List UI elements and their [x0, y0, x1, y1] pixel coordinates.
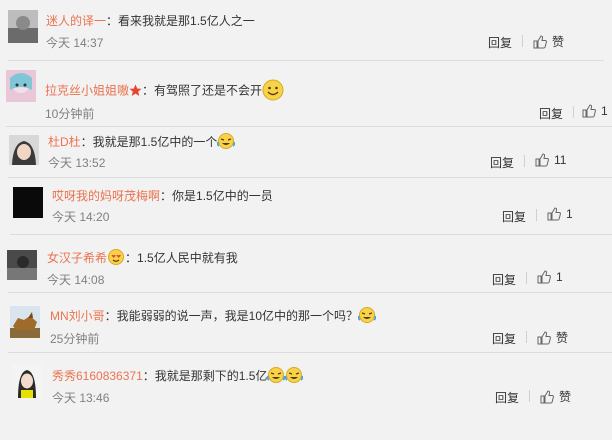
timestamp: 10分钟前 [45, 107, 95, 121]
divider [10, 234, 612, 235]
username[interactable]: 女汉子希希 [47, 251, 107, 265]
avatar[interactable] [9, 135, 39, 165]
like-count: 赞 [552, 35, 565, 49]
divider [524, 155, 525, 167]
like-count: 赞 [559, 390, 572, 404]
divider [8, 292, 612, 293]
comment-text: ：你是1.5亿中的一员 [160, 189, 273, 203]
like-count: 1 [556, 270, 563, 284]
thumbs-up-icon [540, 389, 554, 403]
username[interactable]: 拉克丝小姐姐嗷 [45, 84, 129, 98]
username[interactable]: MN刘小哥 [50, 309, 105, 323]
like-button[interactable]: 赞 [540, 388, 571, 405]
divider [6, 126, 612, 127]
laugh-cry-emoji-icon [217, 133, 236, 152]
username[interactable]: 杜D杜 [48, 135, 81, 149]
divider [529, 390, 530, 402]
divider [526, 331, 527, 343]
avatar[interactable] [6, 70, 36, 102]
laugh-cry-emoji-icon [357, 307, 377, 326]
smile-emoji-icon [262, 79, 284, 104]
heart-eyes-emoji-icon [107, 249, 125, 268]
timestamp: 今天 14:37 [46, 36, 104, 50]
thumbs-up-icon [537, 330, 551, 344]
like-button[interactable]: 11 [535, 153, 566, 167]
comment-text: ：我能弱弱的说一声，我是10亿中的那一个吗？ [104, 309, 359, 323]
username[interactable]: 秀秀6160836371 [52, 369, 143, 383]
timestamp: 今天 13:46 [52, 391, 110, 405]
avatar[interactable] [10, 306, 40, 338]
divider [522, 35, 523, 47]
like-count: 赞 [556, 331, 569, 345]
divider [536, 209, 537, 221]
like-count: 1 [601, 104, 608, 118]
divider [8, 60, 604, 61]
comment-text: ：看来我就是那1.5亿人之一 [106, 14, 255, 28]
like-button[interactable]: 赞 [533, 33, 564, 50]
vip-badge-icon [129, 84, 142, 100]
divider [8, 177, 612, 178]
thumbs-up-icon [535, 153, 549, 167]
reply-button[interactable]: 回复 [539, 105, 563, 122]
avatar[interactable] [13, 187, 43, 218]
like-button[interactable]: 1 [537, 270, 563, 284]
reply-button[interactable]: 回复 [502, 208, 526, 225]
avatar[interactable] [8, 10, 38, 43]
thumbs-up-icon [547, 207, 561, 221]
username[interactable]: 哎呀我的妈呀茂梅啊 [52, 189, 160, 203]
laugh-cry-emoji-icon [285, 367, 304, 386]
thumbs-up-icon [533, 34, 547, 48]
comment-text: ：1.5亿人民中就有我 [125, 251, 238, 265]
timestamp: 今天 13:52 [48, 156, 106, 170]
thumbs-up-icon [582, 104, 596, 118]
reply-button[interactable]: 回复 [492, 330, 516, 347]
username[interactable]: 迷人的译一 [46, 14, 106, 28]
thumbs-up-icon [537, 270, 551, 284]
divider [526, 272, 527, 284]
comment-text: ：我就是那1.5亿中的一个 [80, 135, 218, 149]
reply-button[interactable]: 回复 [490, 154, 514, 171]
comment-text: ：我就是那剩下的1.5亿 [142, 369, 268, 383]
like-count: 11 [554, 153, 567, 167]
divider [573, 106, 574, 118]
reply-button[interactable]: 回复 [495, 389, 519, 406]
reply-button[interactable]: 回复 [492, 271, 516, 288]
timestamp: 今天 14:08 [47, 273, 105, 287]
avatar[interactable] [12, 364, 42, 398]
like-button[interactable]: 赞 [537, 329, 568, 346]
timestamp: 今天 14:20 [52, 210, 110, 224]
divider [8, 352, 612, 353]
reply-button[interactable]: 回复 [488, 34, 512, 51]
comment-text: ：有驾照了还是不会开 [142, 83, 263, 98]
like-button[interactable]: 1 [547, 207, 573, 221]
avatar[interactable] [7, 250, 37, 280]
laugh-cry-emoji-icon [267, 367, 286, 386]
like-count: 1 [566, 207, 573, 221]
like-button[interactable]: 1 [582, 104, 608, 118]
timestamp: 25分钟前 [50, 332, 100, 346]
